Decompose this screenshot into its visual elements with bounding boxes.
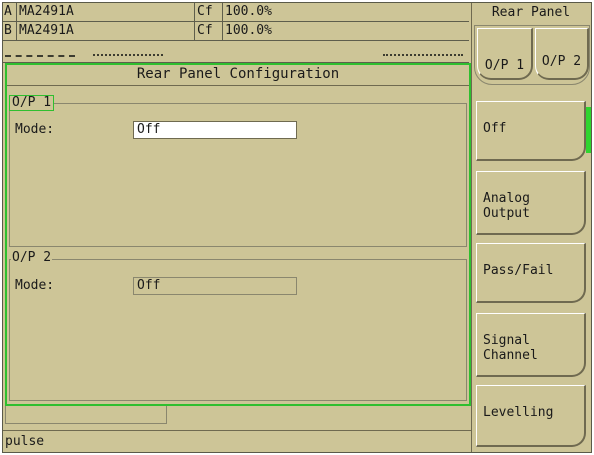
footer-message-bar: pulse xyxy=(3,430,471,452)
op1-group-label[interactable]: O/P 1 xyxy=(9,95,55,111)
side-panel-title: Rear Panel xyxy=(491,5,571,20)
footer-message: pulse xyxy=(5,434,45,449)
side-panel: Rear Panel O/P 1 O/P 2 Off Analog Output… xyxy=(471,3,591,452)
instrument-screen: A MA2491A Cf 100.0% B MA2491A Cf 100.0% … xyxy=(2,2,592,453)
op1-mode-select[interactable]: Off xyxy=(133,121,297,139)
softkey-analog-output-label: Analog Output xyxy=(483,191,530,221)
softkey-off[interactable]: Off xyxy=(476,101,586,161)
softkey-pass-fail-label: Pass/Fail xyxy=(483,263,554,278)
rear-panel-config-dialog: Rear Panel Configuration O/P 1 Mode: Off… xyxy=(5,63,471,406)
channel-a-cf-value: 100.0% xyxy=(225,4,272,19)
op1-group-label-text: O/P 1 xyxy=(12,95,52,110)
softkey-analog-output[interactable]: Analog Output xyxy=(476,171,586,235)
channel-a-row[interactable]: A MA2491A Cf 100.0% xyxy=(3,3,469,22)
tab-op1-label: O/P 1 xyxy=(484,58,525,73)
dialog-title: Rear Panel Configuration xyxy=(7,65,469,86)
channel-a-letter: A xyxy=(3,3,17,21)
channel-a-cf-label: Cf xyxy=(195,3,223,21)
channel-a-sensor: MA2491A xyxy=(17,3,195,21)
op2-mode-label: Mode: xyxy=(15,278,55,293)
channel-b-row[interactable]: B MA2491A Cf 100.0% xyxy=(3,22,469,41)
op1-mode-label: Mode: xyxy=(15,122,55,137)
softkey-levelling[interactable]: Levelling xyxy=(476,385,586,447)
softkey-off-label: Off xyxy=(483,121,507,136)
softkey-pass-fail[interactable]: Pass/Fail xyxy=(476,243,586,303)
tab-bar: O/P 1 O/P 2 xyxy=(474,25,590,85)
softkey-off-selected-indicator xyxy=(586,107,591,153)
tab-op2-label: O/P 2 xyxy=(541,54,582,69)
channel-b-sensor: MA2491A xyxy=(17,22,195,40)
softkey-signal-channel[interactable]: Signal Channel xyxy=(476,313,586,377)
channel-b-letter: B xyxy=(3,22,17,40)
tab-op2[interactable]: O/P 2 xyxy=(535,28,589,80)
channel-b-cf-value: 100.0% xyxy=(225,23,272,38)
status-box-lower xyxy=(5,406,167,424)
softkey-levelling-label: Levelling xyxy=(483,405,554,420)
obscured-status-row xyxy=(3,41,469,63)
op2-group-label: O/P 2 xyxy=(11,250,53,267)
op2-mode-select[interactable]: Off xyxy=(133,277,297,295)
tab-op1[interactable]: O/P 1 xyxy=(477,28,533,80)
softkey-signal-channel-label: Signal Channel xyxy=(483,333,538,363)
channel-b-cf-label: Cf xyxy=(195,22,223,40)
